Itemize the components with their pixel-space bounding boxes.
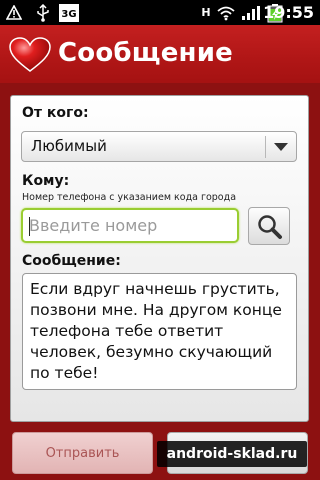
message-label: Сообщение: xyxy=(22,253,121,269)
status-bar: 3G H 19:55 xyxy=(0,0,320,25)
phone-input[interactable] xyxy=(29,213,229,238)
signal-icon xyxy=(240,0,262,25)
message-textarea[interactable]: Если вдруг начнешь грустить, позвони мне… xyxy=(22,273,297,390)
from-selected-value: Любимый xyxy=(31,137,107,155)
to-hint: Номер телефона с указанием кода города xyxy=(22,192,237,203)
spinner-divider xyxy=(265,136,266,158)
usb-icon xyxy=(34,0,52,25)
search-icon xyxy=(258,215,282,239)
heart-icon xyxy=(9,37,51,72)
send-button[interactable]: Отправить xyxy=(12,432,153,474)
from-label: От кого: xyxy=(22,105,89,121)
network-type-label: 3G xyxy=(61,9,76,20)
warning-icon xyxy=(5,0,23,25)
from-selector[interactable]: Любимый xyxy=(21,131,297,162)
wifi-icon xyxy=(216,0,236,25)
sim-icon: 3G xyxy=(58,0,80,25)
send-button-label: Отправить xyxy=(45,445,120,461)
status-time: 19:55 xyxy=(263,3,314,22)
h-signal-icon: H xyxy=(201,6,211,19)
text-cursor xyxy=(29,217,30,236)
app-header: Сообщение xyxy=(0,25,320,83)
message-text: Если вдруг начнешь грустить, позвони мне… xyxy=(30,280,282,382)
watermark: android-sklad.ru xyxy=(157,441,307,467)
page-title: Сообщение xyxy=(58,38,233,68)
to-label: Кому: xyxy=(22,173,70,189)
dropdown-arrow-icon xyxy=(274,143,288,151)
phone-input-field[interactable] xyxy=(21,208,239,243)
contact-search-button[interactable] xyxy=(248,207,290,245)
